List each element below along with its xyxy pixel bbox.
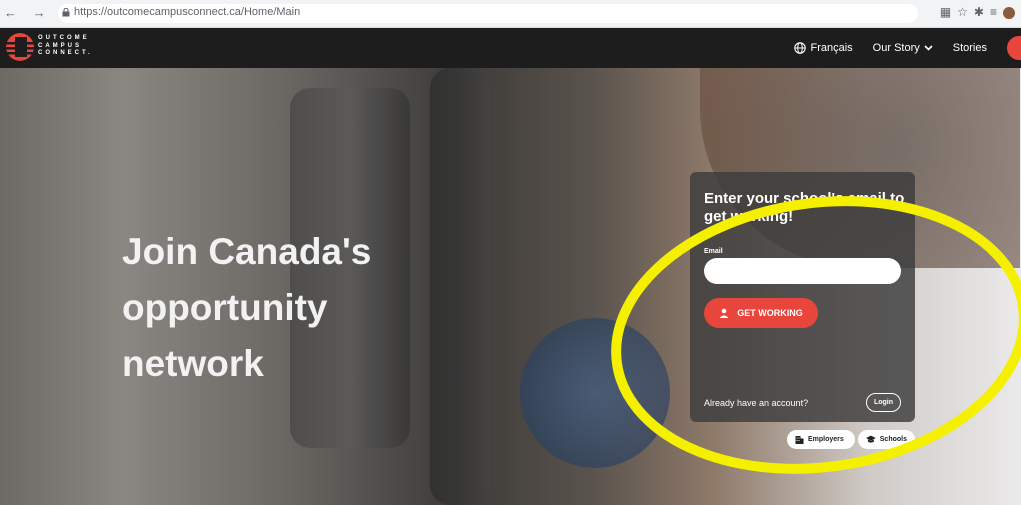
extensions-puzzle-icon[interactable]: ✱: [974, 5, 990, 19]
stories-label: Stories: [952, 42, 987, 54]
logo-wordmark[interactable]: OUTCOME CAMPUS CONNECT.: [38, 35, 93, 58]
headline-line: Join Canada's: [122, 231, 372, 272]
site-header: OUTCOME CAMPUS CONNECT. Français Our Sto…: [0, 28, 1021, 68]
browser-extensions[interactable]: ▦☆✱≡: [940, 5, 1015, 19]
hero-background-image: [430, 68, 490, 505]
hero-headline: Join Canada's opportunity network: [122, 224, 371, 392]
header-nav: Français Our Story Stories: [794, 28, 1021, 68]
bookmark-star-icon[interactable]: ☆: [957, 5, 974, 19]
stories-link[interactable]: Stories: [953, 42, 987, 54]
address-bar[interactable]: https://outcomecampusconnect.ca/Home/Mai…: [58, 4, 918, 23]
chevron-down-icon: [924, 45, 933, 51]
language-toggle[interactable]: Français: [794, 42, 853, 54]
headline-line: network: [122, 343, 264, 384]
logo-line: CONNECT.: [38, 50, 93, 56]
logo-line: OUTCOME: [38, 35, 90, 41]
globe-icon: [794, 42, 807, 54]
browser-toolbar: ← → C https://outcomecampusconnect.ca/Ho…: [0, 0, 1021, 28]
lock-icon: [62, 8, 70, 17]
headline-line: opportunity: [122, 287, 328, 328]
user-avatar[interactable]: [1007, 36, 1021, 60]
profile-avatar[interactable]: [1003, 6, 1015, 19]
qr-icon[interactable]: ▦: [940, 5, 957, 19]
highlight-ellipse: [611, 196, 1021, 474]
language-label: Français: [810, 42, 853, 54]
our-story-label: Our Story: [872, 42, 920, 54]
reading-list-icon[interactable]: ≡: [990, 5, 1003, 19]
outcome-logo-icon[interactable]: [6, 33, 34, 61]
url-text: https://outcomecampusconnect.ca/Home/Mai…: [74, 6, 301, 18]
logo-line: CAMPUS: [38, 42, 83, 49]
our-story-menu[interactable]: Our Story: [873, 42, 933, 54]
